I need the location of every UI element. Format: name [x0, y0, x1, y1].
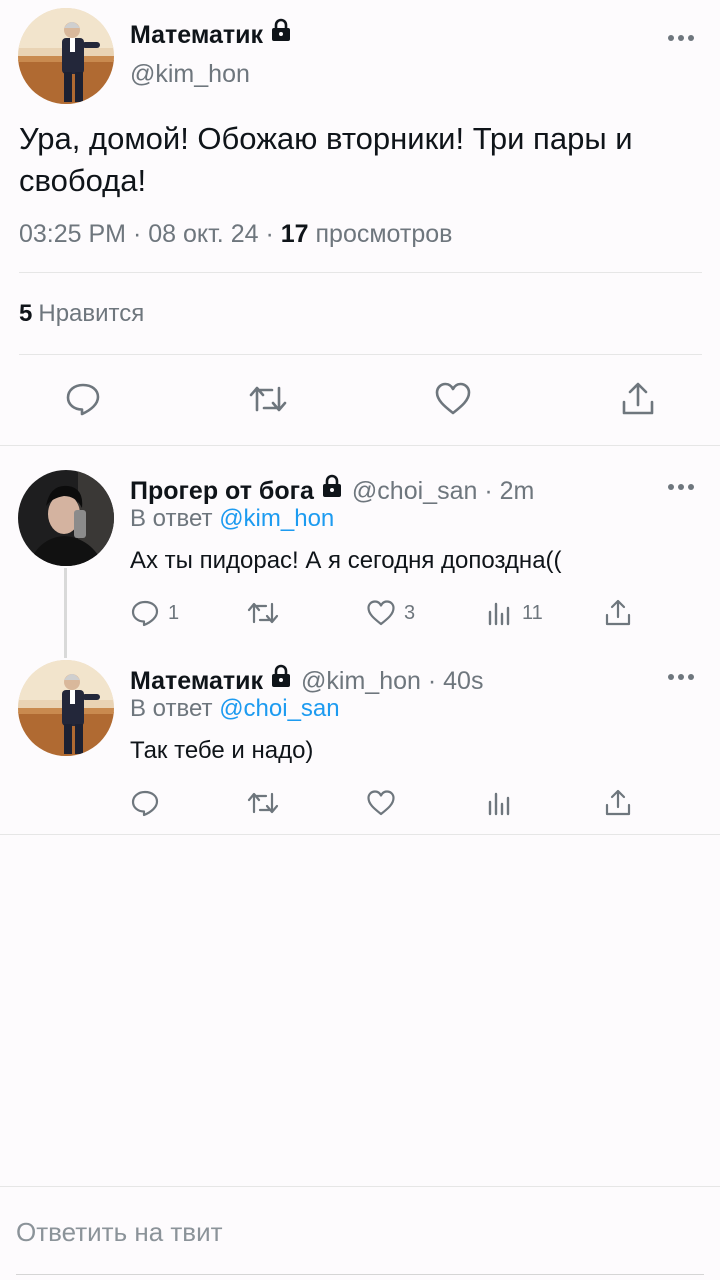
author-handle[interactable]: @kim_hon — [130, 60, 250, 89]
share-action[interactable] — [604, 788, 632, 818]
like-icon — [367, 790, 395, 816]
meta-separator: · — [265, 220, 281, 248]
retweet-icon — [247, 602, 279, 624]
share-action[interactable] — [604, 598, 632, 628]
like-count: 3 — [404, 601, 416, 624]
share-icon[interactable] — [620, 380, 658, 418]
reply-author-avatar[interactable] — [18, 470, 114, 566]
thread-connector-line — [64, 568, 67, 658]
likes-count: 5 — [19, 300, 33, 327]
views-label: просмотров — [315, 220, 453, 248]
reply-to-line: В ответ @kim_hon — [130, 505, 334, 533]
meta-separator: · — [132, 220, 149, 248]
tweet-time[interactable]: 03:25 PM — [19, 220, 126, 248]
reply-icon — [131, 600, 159, 627]
lock-icon — [320, 474, 344, 505]
reply-author-avatar[interactable] — [18, 660, 114, 756]
reply-author-name[interactable]: Математик — [130, 667, 263, 695]
views-icon — [488, 602, 510, 626]
views-icon — [488, 792, 510, 816]
divider — [19, 354, 702, 355]
reply-to-line: В ответ @choi_san — [130, 695, 340, 723]
retweet-action[interactable] — [246, 788, 280, 818]
likes-label: Нравится — [38, 300, 145, 327]
main-tweet: Математик @kim_hon Ура, домой! Обожаю вт… — [0, 0, 720, 446]
author-name-row[interactable]: Математик — [130, 18, 293, 50]
share-icon — [605, 599, 631, 626]
thread-bottom-divider — [0, 834, 720, 835]
reply-age: 40s — [443, 667, 484, 695]
likes-row[interactable]: 5 Нравится — [19, 300, 144, 328]
reply-to-link[interactable]: @kim_hon — [219, 505, 334, 532]
composer-underline — [16, 1274, 704, 1275]
reply-age: 2m — [499, 477, 535, 505]
reply-action[interactable]: 1 — [130, 598, 179, 628]
view-count: 11 — [522, 601, 543, 624]
tweet-date[interactable]: 08 окт. 24 — [148, 220, 258, 248]
like-icon[interactable] — [434, 380, 472, 418]
reply-to-prefix: В ответ — [130, 505, 213, 532]
lock-icon — [269, 18, 293, 49]
like-action[interactable] — [366, 788, 396, 818]
like-icon — [367, 600, 395, 626]
reply-to-link[interactable]: @choi_san — [219, 695, 339, 722]
more-options-icon[interactable] — [668, 483, 694, 491]
reply-icon[interactable] — [64, 380, 102, 418]
views-count: 17 — [280, 220, 309, 248]
reply-header: Прогер от бога @choi_san · 2m — [130, 474, 534, 506]
reply-to-prefix: В ответ — [130, 695, 213, 722]
reply-icon — [131, 790, 159, 817]
share-icon — [605, 789, 631, 816]
reply-author-name[interactable]: Прогер от бога — [130, 477, 314, 505]
divider — [19, 272, 702, 273]
author-avatar[interactable] — [18, 8, 114, 104]
reply-text: Так тебе и надо) — [130, 737, 314, 764]
more-options-icon[interactable] — [668, 34, 694, 42]
composer-divider — [0, 1186, 720, 1187]
reply-header: Математик @kim_hon · 40s — [130, 664, 483, 696]
like-action[interactable]: 3 — [366, 598, 415, 628]
tweet-text: Ура, домой! Обожаю вторники! Три пары и … — [19, 121, 633, 198]
reply-action[interactable] — [130, 788, 160, 818]
reply-author-handle[interactable]: @kim_hon — [301, 667, 421, 695]
reply-author-handle[interactable]: @choi_san — [352, 477, 477, 505]
tweet-meta: 03:25 PM · 08 окт. 24 · 17 просмотров — [19, 220, 452, 249]
retweet-icon[interactable] — [248, 380, 287, 418]
more-options-icon[interactable] — [668, 673, 694, 681]
reply-text: Ах ты пидорас! А я сегодня допоздна(( — [130, 547, 562, 574]
retweet-icon — [247, 792, 279, 814]
views-action[interactable]: 11 — [486, 598, 543, 628]
lock-icon — [269, 664, 293, 695]
author-name[interactable]: Математик — [130, 21, 263, 49]
views-action[interactable] — [486, 788, 514, 818]
reply-count: 1 — [168, 601, 180, 624]
reply-input[interactable] — [16, 1212, 706, 1252]
retweet-action[interactable] — [246, 598, 280, 628]
